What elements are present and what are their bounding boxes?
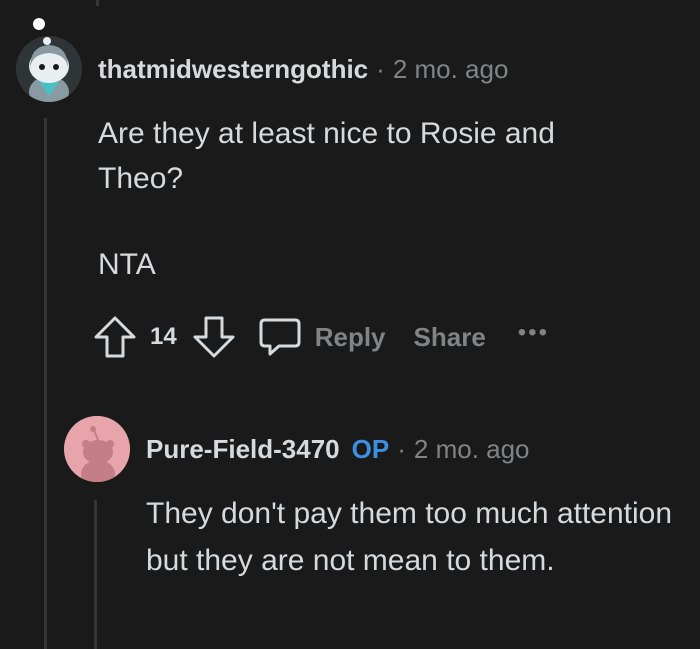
avatar[interactable] xyxy=(64,416,130,482)
more-options-icon[interactable]: ••• xyxy=(518,319,549,347)
username-link[interactable]: thatmidwesterngothic xyxy=(98,54,368,85)
username-link[interactable]: Pure-Field-3470 xyxy=(146,434,340,465)
downvote-arrow-icon[interactable] xyxy=(191,314,237,360)
comment-paragraph: Are they at least nice to Rosie and Theo… xyxy=(98,117,555,195)
thread-line-reply[interactable] xyxy=(94,500,97,649)
thread-line-comment[interactable] xyxy=(44,118,47,649)
timestamp[interactable]: 2 mo. ago xyxy=(414,434,530,465)
share-button[interactable]: Share xyxy=(414,322,486,353)
reply-button[interactable]: Reply xyxy=(315,322,386,353)
reply-meta: Pure-Field-3470 OP · 2 mo. ago xyxy=(146,434,530,465)
meta-separator: · xyxy=(397,434,406,464)
timestamp[interactable]: 2 mo. ago xyxy=(393,54,509,85)
comment-body: Are they at least nice to Rosie and Theo… xyxy=(98,111,638,287)
comment-actions: 14 Reply Share ••• xyxy=(92,314,549,360)
reply-paragraph: They don't pay them too much attention b… xyxy=(146,497,673,577)
thread-line-top[interactable] xyxy=(96,0,99,6)
vote-count: 14 xyxy=(150,323,177,350)
avatar-antenna-icon xyxy=(33,18,45,30)
comment-meta: thatmidwesterngothic · 2 mo. ago xyxy=(98,54,508,85)
upvote-arrow-icon[interactable] xyxy=(92,314,138,360)
reply-body: They don't pay them too much attention b… xyxy=(146,490,691,584)
meta-separator: · xyxy=(376,54,385,84)
op-badge: OP xyxy=(351,434,390,464)
avatar[interactable] xyxy=(16,36,82,102)
comment-paragraph: NTA xyxy=(98,248,156,281)
reply-bubble-icon[interactable] xyxy=(257,314,303,360)
